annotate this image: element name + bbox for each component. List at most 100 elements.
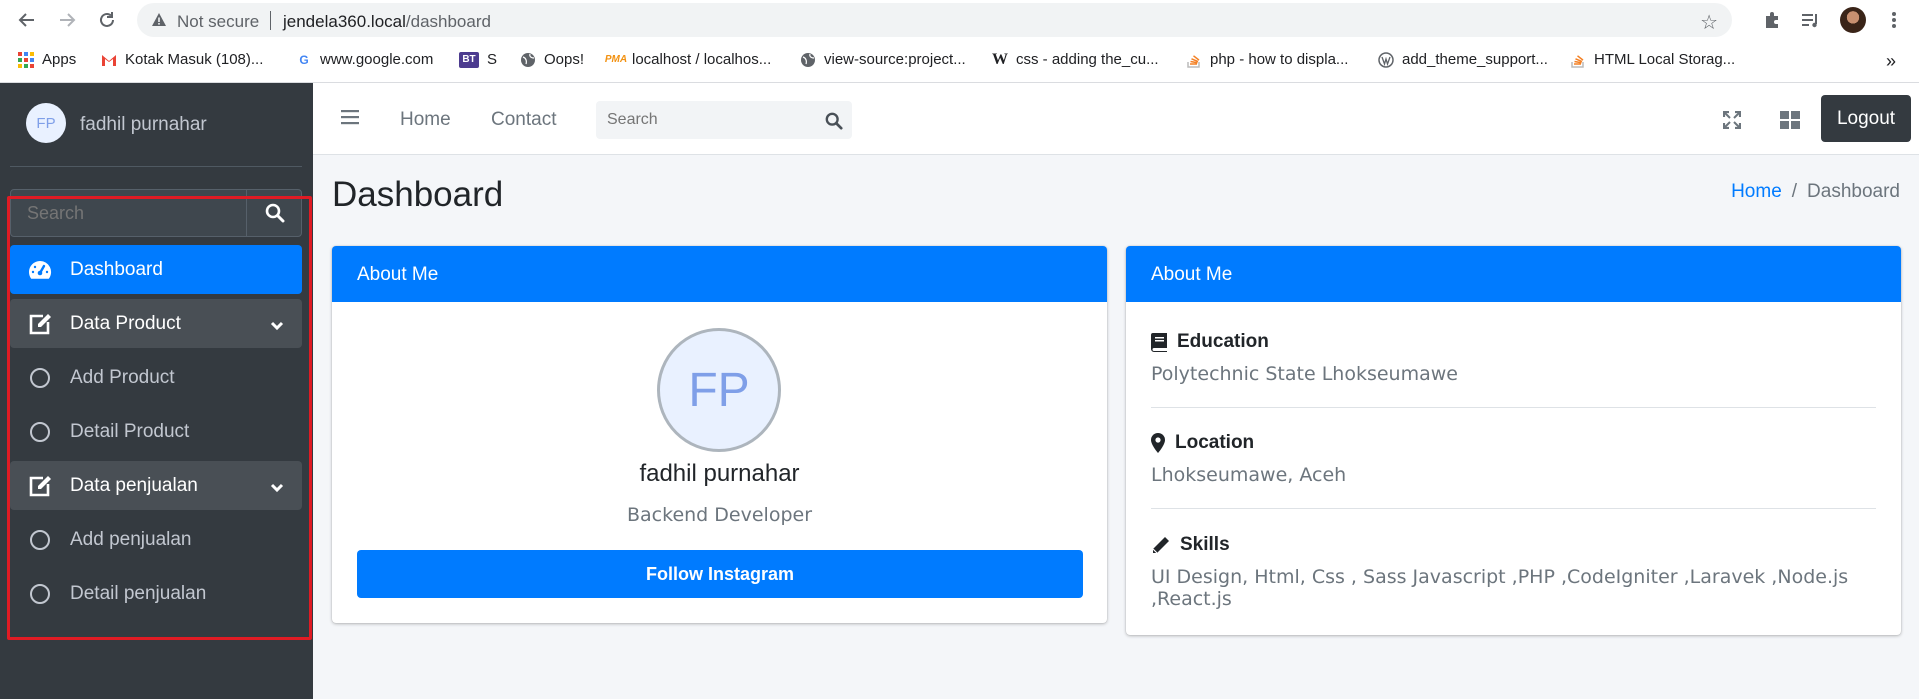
sidebar-item-label: Detail Product: [70, 420, 190, 442]
bookmark-label: css - adding the_cu...: [1016, 51, 1159, 68]
circle-icon: [30, 583, 50, 604]
wordpress-icon: [1378, 51, 1394, 68]
profile-initials: FP: [688, 363, 750, 417]
wikipedia-icon: W: [992, 50, 1008, 68]
section-divider: [1151, 407, 1876, 408]
sidebar-search-input[interactable]: [11, 190, 246, 236]
sidebar-item-label: Add Product: [70, 366, 175, 388]
bookmark-html-storage[interactable]: HTML Local Storag...: [1570, 51, 1735, 68]
sidebar-item-label: Data Product: [70, 312, 181, 334]
about-card: About Me Education Polytechnic State Lho…: [1126, 246, 1901, 635]
education-heading: Education: [1177, 331, 1269, 352]
bookmark-view-source[interactable]: view-source:project...: [800, 51, 966, 68]
address-bar[interactable]: Not secure jendela360.local/dashboard ☆: [137, 3, 1732, 37]
warning-icon: [151, 12, 167, 33]
navbar-search-button[interactable]: [822, 109, 846, 133]
sidebar-search: [10, 189, 302, 237]
profile-role: Backend Developer: [627, 504, 812, 526]
profile-avatar-icon[interactable]: [1840, 7, 1866, 33]
search-icon: [265, 203, 284, 223]
profile-card: About Me FP fadhil purnahar Backend Deve…: [332, 246, 1107, 623]
bookmark-label: Oops!: [544, 51, 585, 68]
bookmark-google[interactable]: G www.google.com: [296, 51, 433, 68]
bt-icon: BT: [459, 51, 479, 68]
bookmark-label: Kotak Masuk (108)...: [125, 51, 264, 68]
bookmark-php[interactable]: php - how to displa...: [1186, 51, 1348, 68]
sidebar-item-add-penjualan[interactable]: Add penjualan: [10, 515, 302, 564]
kebab-menu-icon[interactable]: [1882, 8, 1906, 32]
sidebar-item-dashboard[interactable]: Dashboard: [10, 245, 302, 294]
bookmark-label: S: [487, 51, 498, 68]
browser-toolbar: Not secure jendela360.local/dashboard ☆: [0, 0, 1919, 40]
reading-list-icon[interactable]: [1798, 8, 1822, 32]
bookmark-css[interactable]: W css - adding the_cu...: [992, 50, 1159, 69]
globe-icon: [800, 52, 816, 68]
stackoverflow-icon: [1570, 52, 1586, 68]
sidebar-item-data-product[interactable]: Data Product: [10, 299, 302, 348]
bookmark-s[interactable]: BT S: [459, 51, 497, 68]
bookmark-label: php - how to displa...: [1210, 51, 1349, 68]
circle-icon: [30, 367, 50, 388]
map-marker-icon: [1151, 433, 1165, 453]
sidebar-item-data-penjualan[interactable]: Data penjualan: [10, 461, 302, 510]
navbar-search-input[interactable]: [596, 101, 806, 139]
fullscreen-icon[interactable]: [1719, 107, 1745, 133]
circle-icon: [30, 529, 50, 550]
chevron-down-icon: [270, 315, 284, 337]
url-host: jendela360.local: [283, 12, 406, 31]
bookmark-star-icon[interactable]: ☆: [1700, 10, 1718, 35]
reload-icon[interactable]: [95, 8, 119, 32]
avatar[interactable]: FP: [26, 103, 66, 143]
sidebar-item-add-product[interactable]: Add Product: [10, 353, 302, 402]
breadcrumb-home-link[interactable]: Home: [1731, 181, 1782, 203]
book-icon: [1151, 332, 1167, 352]
location-text: Lhokseumawe, Aceh: [1151, 464, 1347, 486]
hamburger-menu-icon[interactable]: [341, 109, 359, 130]
nav-home-link[interactable]: Home: [400, 109, 451, 131]
bookmarks-overflow-chevron[interactable]: »: [1886, 51, 1896, 72]
skills-heading: Skills: [1180, 534, 1230, 555]
user-name-link[interactable]: fadhil purnahar: [80, 114, 207, 136]
profile-name: fadhil purnahar: [639, 460, 800, 487]
bookmark-apps[interactable]: Apps: [18, 51, 76, 68]
back-icon[interactable]: [15, 8, 39, 32]
bookmark-label: add_theme_support...: [1402, 51, 1548, 68]
forward-icon[interactable]: [55, 8, 79, 32]
extensions-puzzle-icon[interactable]: [1760, 8, 1784, 32]
section-divider: [1151, 508, 1876, 509]
sidebar-search-button[interactable]: [246, 190, 302, 236]
url-text: jendela360.local/dashboard: [283, 12, 491, 32]
bookmark-wordpress[interactable]: add_theme_support...: [1378, 51, 1548, 68]
google-icon: G: [299, 52, 309, 67]
sidebar-item-label: Dashboard: [70, 258, 163, 280]
bookmark-oops[interactable]: Oops!: [520, 51, 584, 68]
sidebar-item-detail-penjualan[interactable]: Detail penjualan: [10, 569, 302, 618]
security-label: Not secure: [177, 12, 260, 31]
sidebar: FP fadhil purnahar Dashboard Data Produc…: [0, 83, 313, 699]
sidebar-item-detail-product[interactable]: Detail Product: [10, 407, 302, 456]
top-navbar: Home Contact Logout: [313, 83, 1919, 155]
phpmyadmin-icon: PMA: [604, 54, 628, 65]
address-separator: [270, 11, 271, 30]
bookmark-localhost[interactable]: PMA localhost / localhos...: [604, 51, 771, 68]
grid-apps-icon[interactable]: [1777, 107, 1803, 133]
chevron-down-icon: [270, 477, 284, 499]
bookmark-label: view-source:project...: [824, 51, 966, 68]
sidebar-item-label: Data penjualan: [70, 474, 198, 496]
apps-grid-icon: [18, 51, 34, 68]
pencil-icon: [1152, 536, 1169, 553]
gmail-icon: [101, 52, 117, 68]
breadcrumb-current: Dashboard: [1807, 181, 1900, 202]
navbar-search: [596, 101, 852, 139]
nav-contact-link[interactable]: Contact: [491, 109, 556, 131]
follow-instagram-button[interactable]: Follow Instagram: [357, 550, 1083, 598]
location-section: Location Lhokseumawe, Aceh: [1151, 432, 1876, 486]
edit-icon: [10, 313, 70, 335]
education-text: Polytechnic State Lhokseumawe: [1151, 363, 1458, 385]
bookmark-label: HTML Local Storag...: [1594, 51, 1736, 68]
logout-button[interactable]: Logout: [1821, 95, 1911, 142]
skills-text: UI Design, Html, Css , Sass Javascript ,…: [1151, 566, 1849, 610]
edit-icon: [10, 475, 70, 497]
breadcrumb: Home / Dashboard: [1731, 181, 1900, 203]
bookmark-gmail[interactable]: Kotak Masuk (108)...: [101, 51, 263, 68]
